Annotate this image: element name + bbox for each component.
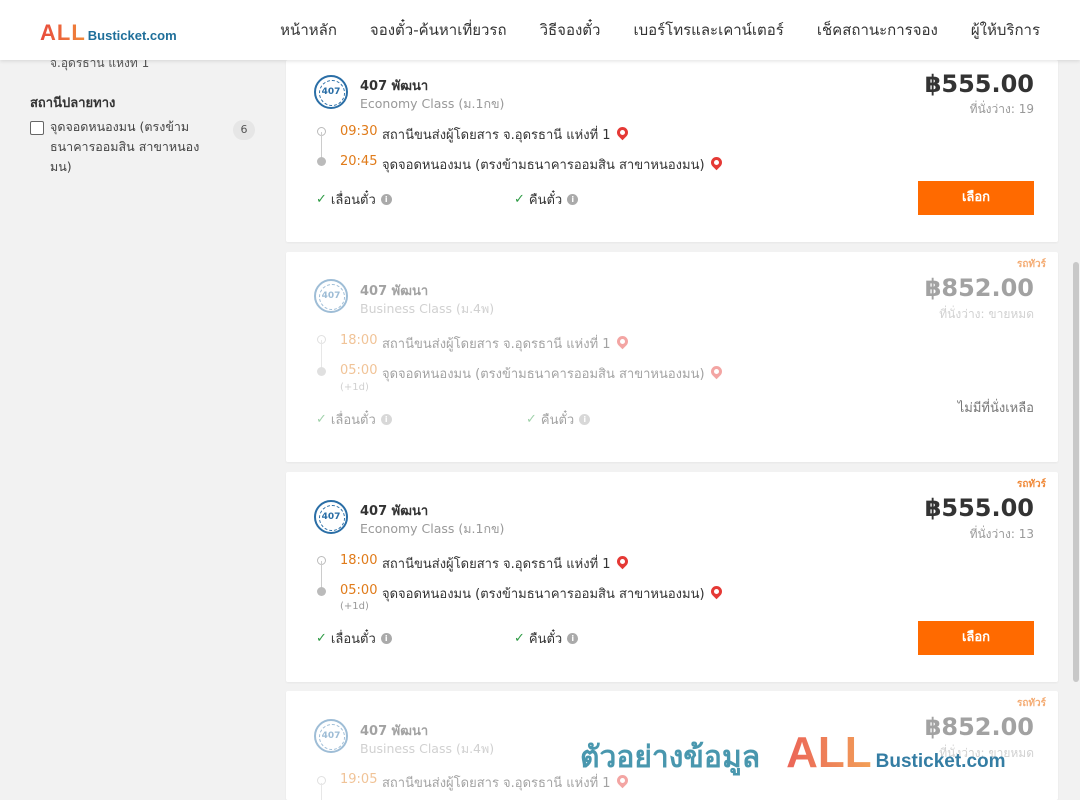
departure-time: 19:05 xyxy=(340,772,378,787)
nav-phone-counters[interactable]: เบอร์โทรและเคาน์เตอร์ xyxy=(633,18,783,42)
logo-domain-text: Busticket.com xyxy=(87,28,177,43)
arrival-time: 05:00 xyxy=(340,583,378,598)
operator-name: 407 พัฒนา xyxy=(360,79,429,94)
destination-option-count: 6 xyxy=(233,120,255,140)
departure-stop[interactable]: สถานีขนส่งผู้โดยสาร จ.อุดรธานี แห่งที่ 1 xyxy=(382,553,630,574)
nav-home[interactable]: หน้าหลัก xyxy=(280,18,337,42)
bus-type-tag: รถทัวร์ xyxy=(1016,479,1046,490)
operator-logo-icon: 407 xyxy=(314,75,348,109)
feature-refund-ticket: ✓ คืนตั๋ว i xyxy=(514,628,579,649)
arrival-stop[interactable]: จุดจอดหนองมน (ตรงข้ามธนาคารออมสิน สาขาหน… xyxy=(382,583,724,604)
feature-change-ticket: ✓ เลื่อนตั๋ว i xyxy=(316,409,392,430)
logo-all-text: ALL xyxy=(40,20,86,45)
watermark-logo-domain: Busticket.com xyxy=(875,751,1006,772)
seats-available: ที่นั่งว่าง: 13 xyxy=(969,527,1034,541)
map-pin-icon[interactable] xyxy=(708,583,724,600)
trip-card: รถทัวร์ 407 407 พัฒนา Economy Class (ม.1… xyxy=(286,472,1058,682)
main-nav: หน้าหลัก จองตั๋ว-ค้นหาเที่ยวรถ วิธีจองตั… xyxy=(280,0,1040,60)
check-icon: ✓ xyxy=(526,412,537,427)
map-pin-icon[interactable] xyxy=(614,333,630,350)
bus-class: Business Class (ม.4พ) xyxy=(360,301,495,316)
operator-logo-icon: 407 xyxy=(314,719,348,753)
site-logo[interactable]: ALL Busticket.com xyxy=(40,20,177,46)
arrival-dot-icon xyxy=(317,157,326,166)
next-day-badge: (+1d) xyxy=(340,382,369,393)
feature-change-ticket: ✓ เลื่อนตั๋ว i xyxy=(316,628,392,649)
operator-name: 407 พัฒนา xyxy=(360,284,429,299)
nav-check-booking[interactable]: เช็คสถานะการจอง xyxy=(817,18,938,42)
sample-data-watermark: ตัวอย่างข้อมูล ALL Busticket.com xyxy=(580,728,1006,781)
feature-refund-ticket: ✓ คืนตั๋ว i xyxy=(526,409,591,430)
operator-name: 407 พัฒนา xyxy=(360,504,429,519)
operator-logo-icon: 407 xyxy=(314,500,348,534)
arrival-time: 20:45 xyxy=(340,154,378,169)
bus-class: Economy Class (ม.1กข) xyxy=(360,521,505,536)
check-icon: ✓ xyxy=(316,631,327,646)
map-pin-icon[interactable] xyxy=(708,363,724,380)
check-icon: ✓ xyxy=(514,631,525,646)
seats-available: ที่นั่งว่าง: 19 xyxy=(969,102,1034,116)
trip-price: ฿852.00 xyxy=(924,274,1034,302)
feature-refund-ticket: ✓ คืนตั๋ว i xyxy=(514,189,579,210)
trip-card: รถทัวร์ 407 407 พัฒนา Business Class (ม.… xyxy=(286,252,1058,462)
departure-stop[interactable]: สถานีขนส่งผู้โดยสาร จ.อุดรธานี แห่งที่ 1 xyxy=(382,333,630,354)
arrival-time: 05:00 xyxy=(340,363,378,378)
nav-how-to-book[interactable]: วิธีจองตั๋ว xyxy=(540,18,601,42)
arrival-stop[interactable]: จุดจอดหนองมน (ตรงข้ามธนาคารออมสิน สาขาหน… xyxy=(382,363,724,384)
page-scrollbar-thumb[interactable] xyxy=(1073,262,1079,682)
trip-card: 407 407 พัฒนา Economy Class (ม.1กข) ฿555… xyxy=(286,60,1058,242)
trip-price: ฿555.00 xyxy=(924,494,1034,522)
arrival-dot-icon xyxy=(317,587,326,596)
destination-filter-title: สถานีปลายทาง xyxy=(30,96,116,111)
info-icon[interactable]: i xyxy=(567,194,579,205)
bus-type-tag: รถทัวร์ xyxy=(1016,259,1046,270)
bus-class: Economy Class (ม.1กข) xyxy=(360,96,505,111)
next-day-badge: (+1d) xyxy=(340,601,369,612)
departure-stop[interactable]: สถานีขนส่งผู้โดยสาร จ.อุดรธานี แห่งที่ 1 xyxy=(382,124,630,145)
destination-checkbox[interactable] xyxy=(30,121,44,135)
watermark-text: ตัวอย่างข้อมูล xyxy=(580,740,761,775)
map-pin-icon[interactable] xyxy=(708,154,724,171)
destination-option-label: จุดจอดหนองมน (ตรงข้ามธนาคารออมสิน สาขาหน… xyxy=(50,119,200,174)
bus-type-tag: รถทัวร์ xyxy=(1016,698,1046,709)
info-icon[interactable]: i xyxy=(380,414,392,425)
feature-change-ticket: ✓ เลื่อนตั๋ว i xyxy=(316,189,392,210)
arrival-stop[interactable]: จุดจอดหนองมน (ตรงข้ามธนาคารออมสิน สาขาหน… xyxy=(382,154,724,175)
select-trip-button[interactable]: เลือก xyxy=(918,621,1034,655)
nav-book-search[interactable]: จองตั๋ว-ค้นหาเที่ยวรถ xyxy=(370,18,507,42)
nav-operators[interactable]: ผู้ให้บริการ xyxy=(971,18,1040,42)
departure-time: 09:30 xyxy=(340,124,378,139)
info-icon[interactable]: i xyxy=(380,633,392,644)
departure-time: 18:00 xyxy=(340,333,378,348)
check-icon: ✓ xyxy=(316,412,327,427)
map-pin-icon[interactable] xyxy=(614,124,630,141)
route-line xyxy=(321,783,322,800)
route-line xyxy=(321,340,322,370)
info-icon[interactable]: i xyxy=(380,194,392,205)
destination-filter-option[interactable]: จุดจอดหนองมน (ตรงข้ามธนาคารออมสิน สาขาหน… xyxy=(30,119,255,177)
site-header: ALL Busticket.com หน้าหลัก จองตั๋ว-ค้นหา… xyxy=(0,0,1080,60)
map-pin-icon[interactable] xyxy=(614,553,630,570)
check-icon: ✓ xyxy=(316,192,327,207)
select-trip-button[interactable]: เลือก xyxy=(918,181,1034,215)
sold-out-label: ไม่มีที่นั่งเหลือ xyxy=(957,401,1034,416)
operator-logo-icon: 407 xyxy=(314,279,348,313)
check-icon: ✓ xyxy=(514,192,525,207)
info-icon[interactable]: i xyxy=(579,414,591,425)
trip-price: ฿555.00 xyxy=(924,70,1034,98)
seats-available: ที่นั่งว่าง: ขายหมด xyxy=(939,307,1034,321)
info-icon[interactable]: i xyxy=(567,633,579,644)
bus-class: Business Class (ม.4พ) xyxy=(360,741,495,756)
arrival-dot-icon xyxy=(317,367,326,376)
watermark-logo-all: ALL xyxy=(786,728,872,777)
departure-time: 18:00 xyxy=(340,553,378,568)
operator-name: 407 พัฒนา xyxy=(360,724,429,739)
filter-sidebar: จ.อุดรธานี แห่งที่ 1 สถานีปลายทาง จุดจอด… xyxy=(0,0,270,800)
